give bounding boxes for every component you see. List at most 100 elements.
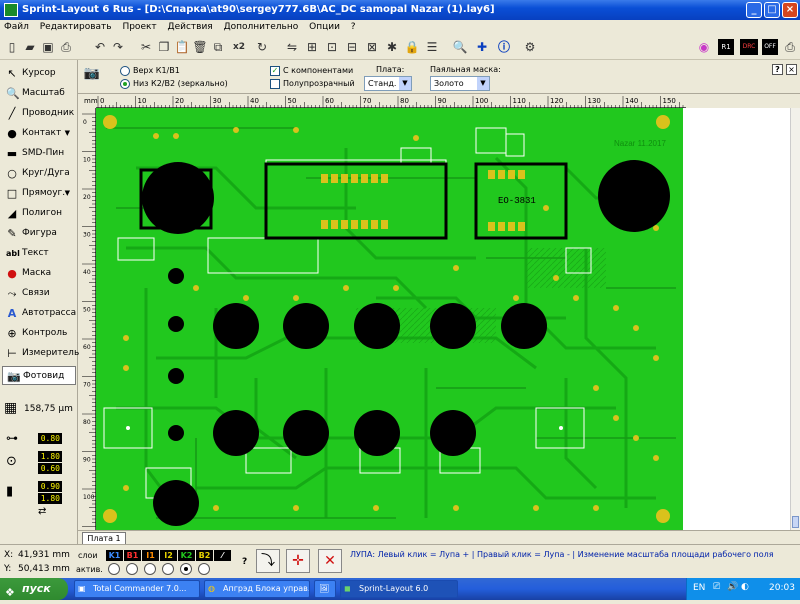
tray-app-icon[interactable]: ◐ — [741, 582, 749, 592]
list-icon[interactable]: ☰ — [424, 39, 440, 55]
tool-autoroute[interactable]: A Автотрасса — [2, 304, 76, 323]
task-browser[interactable]: ◍ Апгрэд Блока управ... — [204, 580, 310, 598]
network-icon[interactable]: ⎚ — [713, 582, 720, 592]
undo-icon[interactable]: ↶ — [92, 39, 108, 55]
layer-outline-icon[interactable]: ⁄ — [214, 550, 231, 561]
scroll-thumb[interactable] — [792, 516, 799, 528]
volume-icon[interactable]: 🔊 — [727, 582, 738, 592]
drc-tag[interactable]: DRC — [740, 39, 758, 55]
info-icon[interactable]: ⓘ — [496, 39, 512, 55]
tool-measure[interactable]: ⊢ Измеритель — [2, 344, 79, 363]
lock-icon[interactable]: 🔒 — [404, 39, 420, 55]
layer-b2[interactable]: B2 — [196, 550, 213, 561]
snap-icon[interactable]: ✱ — [384, 39, 400, 55]
mask-select[interactable]: Золото ▼ — [430, 76, 490, 91]
pad-inner-value[interactable]: 0.60 — [38, 463, 62, 474]
tool-figure[interactable]: ✎ Фигура — [2, 224, 76, 243]
tool-text[interactable]: abl Текст — [2, 244, 76, 263]
magnifier-icon[interactable]: 🔍 — [452, 39, 468, 55]
new-icon[interactable]: ▯ — [4, 39, 20, 55]
active-k1-radio[interactable] — [108, 563, 120, 575]
maximize-button[interactable]: □ — [764, 2, 780, 18]
r1-tag[interactable]: R1 — [718, 39, 734, 55]
camera-icon[interactable]: 📷 — [82, 66, 102, 86]
active-b1-radio[interactable] — [126, 563, 138, 575]
group-icon[interactable]: ⊡ — [324, 39, 340, 55]
copy-icon[interactable]: ❐ — [156, 39, 172, 55]
board-select[interactable]: Станд. ▼ — [364, 76, 412, 91]
tool-check[interactable]: ⊕ Контроль — [2, 324, 76, 343]
tool-rect[interactable]: □ Прямоуг. ▼ — [2, 184, 76, 203]
tool-mask[interactable]: ● Маска — [2, 264, 76, 283]
layer-k1[interactable]: K1 — [106, 550, 123, 561]
align-icon[interactable]: ⊞ — [304, 39, 320, 55]
mirror-icon[interactable]: ⇋ — [284, 39, 300, 55]
grid-icon[interactable]: ▦ — [4, 400, 20, 416]
menu-help[interactable]: ? — [347, 20, 360, 32]
tab-board-1[interactable]: Плата 1 — [82, 532, 126, 544]
print2-icon[interactable]: ⎙ — [782, 39, 798, 55]
active-b2-radio[interactable] — [198, 563, 210, 575]
tool-photoview[interactable]: 📷 Фотовид — [2, 366, 76, 385]
task-sprint-layout[interactable]: ◼ Sprint-Layout 6.0 — [340, 580, 458, 598]
help-icon[interactable]: ? — [772, 64, 783, 75]
no-connections-icon[interactable]: ✕ — [318, 549, 342, 573]
active-i1-radio[interactable] — [144, 563, 156, 575]
layers-help-icon[interactable]: ? — [242, 557, 247, 567]
ungroup-icon[interactable]: ⊟ — [344, 39, 360, 55]
track-width-value[interactable]: 0.80 — [38, 433, 62, 444]
swap-icon[interactable]: ⇄ — [38, 506, 46, 517]
pin-icon[interactable]: ⤵ — [256, 549, 280, 573]
menu-edit[interactable]: Редактировать — [36, 20, 116, 32]
menu-options[interactable]: Опции — [305, 20, 344, 32]
gear-icon[interactable]: ⚙ — [522, 39, 538, 55]
active-k2-radio[interactable] — [180, 563, 192, 575]
radio-top-layer[interactable] — [120, 66, 130, 76]
layer-b1[interactable]: B1 — [124, 550, 141, 561]
redo-icon[interactable]: ↷ — [110, 39, 126, 55]
chk-components[interactable]: ✓ — [270, 66, 280, 76]
tool-pad[interactable]: ● Контакт ▼ — [2, 124, 76, 143]
active-i2-radio[interactable] — [162, 563, 174, 575]
smd-height-value[interactable]: 1.80 — [38, 493, 62, 504]
cut-icon[interactable]: ✂ — [138, 39, 154, 55]
task-total-commander[interactable]: ▣ Total Commander 7.0... — [74, 580, 200, 598]
menu-file[interactable]: Файл — [0, 20, 33, 32]
layer-i2[interactable]: I2 — [160, 550, 177, 561]
zoom-x2-button[interactable]: x2 — [230, 39, 248, 55]
tool-polygon[interactable]: ◢ Полигон — [2, 204, 76, 223]
menu-extra[interactable]: Дополнительно — [220, 20, 303, 32]
close-panel-icon[interactable]: × — [786, 64, 797, 75]
layer-k2[interactable]: K2 — [178, 550, 195, 561]
smd-width-value[interactable]: 0.90 — [38, 481, 62, 492]
tool-smd[interactable]: ▬ SMD-Пин — [2, 144, 76, 163]
delete-icon[interactable]: 🗑 — [192, 39, 208, 55]
open-icon[interactable]: ▰ — [22, 39, 38, 55]
macro-icon[interactable]: ◉ — [696, 39, 712, 55]
save-icon[interactable]: ▣ — [40, 39, 56, 55]
layer-i1[interactable]: I1 — [142, 550, 159, 561]
tool-cursor[interactable]: ↖ Курсор — [2, 64, 76, 83]
menu-project[interactable]: Проект — [118, 20, 160, 32]
crosshair-icon[interactable]: ✚ — [474, 39, 490, 55]
language-indicator[interactable]: EN — [693, 583, 705, 593]
component-icon[interactable]: ⊠ — [364, 39, 380, 55]
pad-outer-value[interactable]: 1.80 — [38, 451, 62, 462]
task-image[interactable]: 🖼 — [314, 580, 336, 598]
radio-bottom-layer[interactable] — [120, 79, 130, 89]
off-tag[interactable]: OFF — [762, 39, 778, 55]
close-button[interactable]: × — [782, 2, 798, 18]
minimize-button[interactable]: _ — [746, 2, 762, 18]
tool-connections[interactable]: ⤳ Связи — [2, 284, 76, 303]
canvas-blank-area[interactable] — [683, 108, 790, 530]
start-button[interactable]: ❖ пуск — [0, 578, 68, 600]
tool-zoom[interactable]: 🔍 Масштаб — [2, 84, 76, 103]
chk-translucent[interactable] — [270, 79, 280, 89]
duplicate-icon[interactable]: ⧉ — [210, 39, 226, 55]
target-icon[interactable]: ✛ — [286, 549, 310, 573]
menu-actions[interactable]: Действия — [164, 20, 217, 32]
print-icon[interactable]: ⎙ — [58, 39, 74, 55]
pcb-canvas[interactable]: Nazar 11.2017 ЕО-З831 — [96, 108, 683, 530]
paste-icon[interactable]: 📋 — [174, 39, 190, 55]
vertical-scrollbar[interactable] — [790, 108, 800, 530]
